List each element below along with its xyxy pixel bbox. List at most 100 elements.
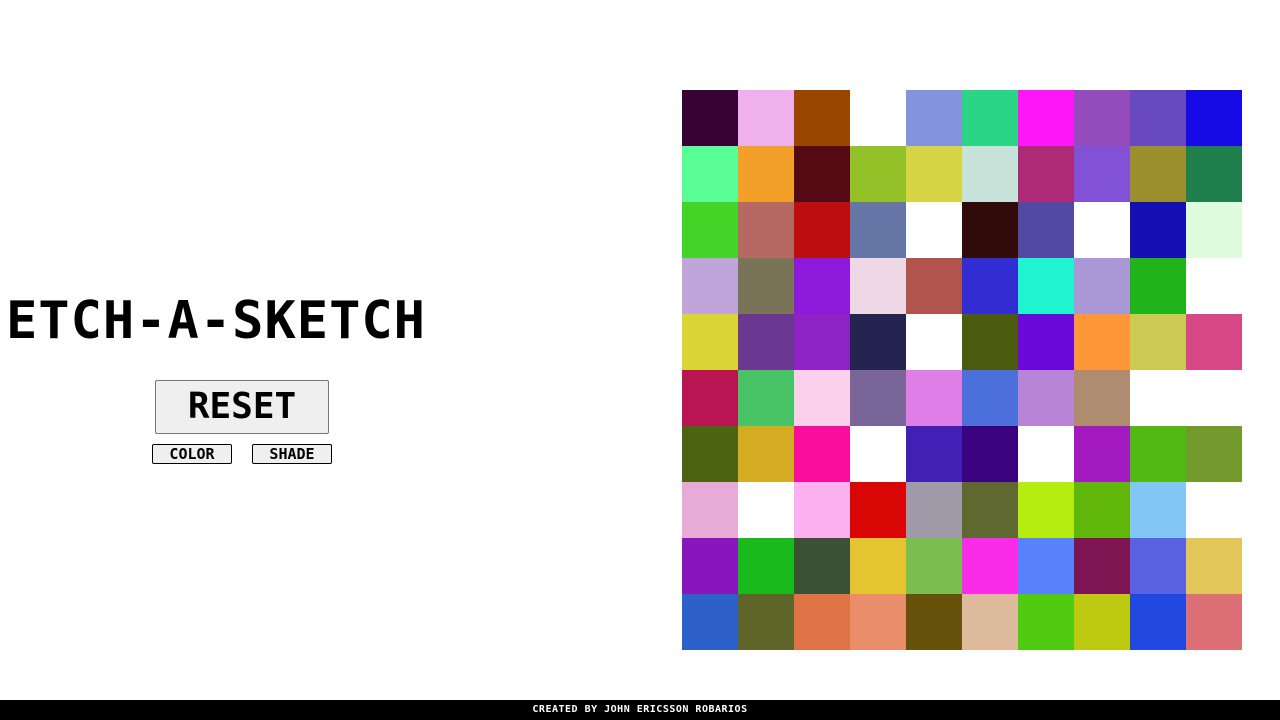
grid-cell[interactable] bbox=[850, 202, 906, 258]
grid-cell[interactable] bbox=[1018, 258, 1074, 314]
grid-cell[interactable] bbox=[1018, 426, 1074, 482]
grid-cell[interactable] bbox=[850, 146, 906, 202]
grid-cell[interactable] bbox=[682, 258, 738, 314]
grid-cell[interactable] bbox=[682, 594, 738, 650]
grid-cell[interactable] bbox=[794, 90, 850, 146]
grid-cell[interactable] bbox=[1074, 202, 1130, 258]
grid-cell[interactable] bbox=[1130, 146, 1186, 202]
grid-cell[interactable] bbox=[1018, 202, 1074, 258]
grid-cell[interactable] bbox=[1130, 426, 1186, 482]
grid-cell[interactable] bbox=[850, 370, 906, 426]
grid-cell[interactable] bbox=[794, 482, 850, 538]
grid-cell[interactable] bbox=[738, 202, 794, 258]
grid-cell[interactable] bbox=[906, 426, 962, 482]
grid-cell[interactable] bbox=[1130, 314, 1186, 370]
grid-cell[interactable] bbox=[850, 258, 906, 314]
grid-cell[interactable] bbox=[738, 426, 794, 482]
grid-cell[interactable] bbox=[1018, 146, 1074, 202]
grid-cell[interactable] bbox=[962, 146, 1018, 202]
grid-cell[interactable] bbox=[962, 538, 1018, 594]
grid-cell[interactable] bbox=[682, 202, 738, 258]
grid-cell[interactable] bbox=[682, 370, 738, 426]
grid-cell[interactable] bbox=[682, 90, 738, 146]
grid-cell[interactable] bbox=[1018, 370, 1074, 426]
grid-cell[interactable] bbox=[1186, 314, 1242, 370]
grid-cell[interactable] bbox=[1074, 90, 1130, 146]
grid-cell[interactable] bbox=[1186, 482, 1242, 538]
grid-cell[interactable] bbox=[1018, 90, 1074, 146]
grid-cell[interactable] bbox=[682, 538, 738, 594]
grid-cell[interactable] bbox=[1018, 594, 1074, 650]
grid-cell[interactable] bbox=[794, 146, 850, 202]
grid-cell[interactable] bbox=[1074, 146, 1130, 202]
grid-cell[interactable] bbox=[850, 314, 906, 370]
grid-cell[interactable] bbox=[1130, 90, 1186, 146]
grid-cell[interactable] bbox=[850, 538, 906, 594]
grid-cell[interactable] bbox=[1186, 258, 1242, 314]
grid-cell[interactable] bbox=[1186, 146, 1242, 202]
grid-cell[interactable] bbox=[794, 202, 850, 258]
grid-cell[interactable] bbox=[1018, 538, 1074, 594]
grid-cell[interactable] bbox=[682, 426, 738, 482]
grid-cell[interactable] bbox=[738, 146, 794, 202]
grid-cell[interactable] bbox=[962, 370, 1018, 426]
grid-cell[interactable] bbox=[1130, 370, 1186, 426]
grid-cell[interactable] bbox=[850, 90, 906, 146]
grid-cell[interactable] bbox=[962, 314, 1018, 370]
grid-cell[interactable] bbox=[1186, 538, 1242, 594]
grid-cell[interactable] bbox=[906, 370, 962, 426]
grid-cell[interactable] bbox=[962, 426, 1018, 482]
grid-cell[interactable] bbox=[1074, 538, 1130, 594]
grid-cell[interactable] bbox=[906, 90, 962, 146]
grid-cell[interactable] bbox=[1074, 594, 1130, 650]
grid-cell[interactable] bbox=[682, 146, 738, 202]
grid-cell[interactable] bbox=[682, 314, 738, 370]
grid-cell[interactable] bbox=[738, 258, 794, 314]
grid-cell[interactable] bbox=[1074, 314, 1130, 370]
grid-cell[interactable] bbox=[738, 482, 794, 538]
grid-cell[interactable] bbox=[850, 426, 906, 482]
grid-cell[interactable] bbox=[962, 594, 1018, 650]
grid-cell[interactable] bbox=[1130, 482, 1186, 538]
grid-cell[interactable] bbox=[906, 538, 962, 594]
grid-cell[interactable] bbox=[794, 370, 850, 426]
grid-cell[interactable] bbox=[738, 370, 794, 426]
grid-cell[interactable] bbox=[1186, 426, 1242, 482]
reset-button[interactable]: RESET bbox=[155, 380, 329, 434]
grid-cell[interactable] bbox=[962, 202, 1018, 258]
grid-cell[interactable] bbox=[1074, 426, 1130, 482]
grid-cell[interactable] bbox=[738, 594, 794, 650]
grid-cell[interactable] bbox=[1186, 90, 1242, 146]
color-mode-button[interactable]: COLOR bbox=[152, 444, 232, 464]
grid-cell[interactable] bbox=[794, 594, 850, 650]
grid-cell[interactable] bbox=[1074, 482, 1130, 538]
grid-cell[interactable] bbox=[1130, 258, 1186, 314]
grid-cell[interactable] bbox=[850, 482, 906, 538]
grid-cell[interactable] bbox=[1130, 538, 1186, 594]
grid-cell[interactable] bbox=[906, 258, 962, 314]
grid-cell[interactable] bbox=[962, 482, 1018, 538]
grid-cell[interactable] bbox=[1186, 370, 1242, 426]
grid-cell[interactable] bbox=[794, 314, 850, 370]
grid-cell[interactable] bbox=[1130, 594, 1186, 650]
grid-cell[interactable] bbox=[738, 538, 794, 594]
grid-cell[interactable] bbox=[906, 202, 962, 258]
grid-cell[interactable] bbox=[738, 314, 794, 370]
grid-cell[interactable] bbox=[1018, 314, 1074, 370]
sketch-grid[interactable] bbox=[682, 90, 1242, 650]
grid-cell[interactable] bbox=[738, 90, 794, 146]
grid-cell[interactable] bbox=[1130, 202, 1186, 258]
grid-cell[interactable] bbox=[962, 258, 1018, 314]
grid-cell[interactable] bbox=[1074, 370, 1130, 426]
grid-cell[interactable] bbox=[1074, 258, 1130, 314]
grid-cell[interactable] bbox=[850, 594, 906, 650]
grid-cell[interactable] bbox=[962, 90, 1018, 146]
grid-cell[interactable] bbox=[794, 538, 850, 594]
grid-cell[interactable] bbox=[906, 594, 962, 650]
grid-cell[interactable] bbox=[794, 426, 850, 482]
grid-cell[interactable] bbox=[794, 258, 850, 314]
grid-cell[interactable] bbox=[682, 482, 738, 538]
grid-cell[interactable] bbox=[906, 482, 962, 538]
grid-cell[interactable] bbox=[1186, 202, 1242, 258]
grid-cell[interactable] bbox=[1186, 594, 1242, 650]
